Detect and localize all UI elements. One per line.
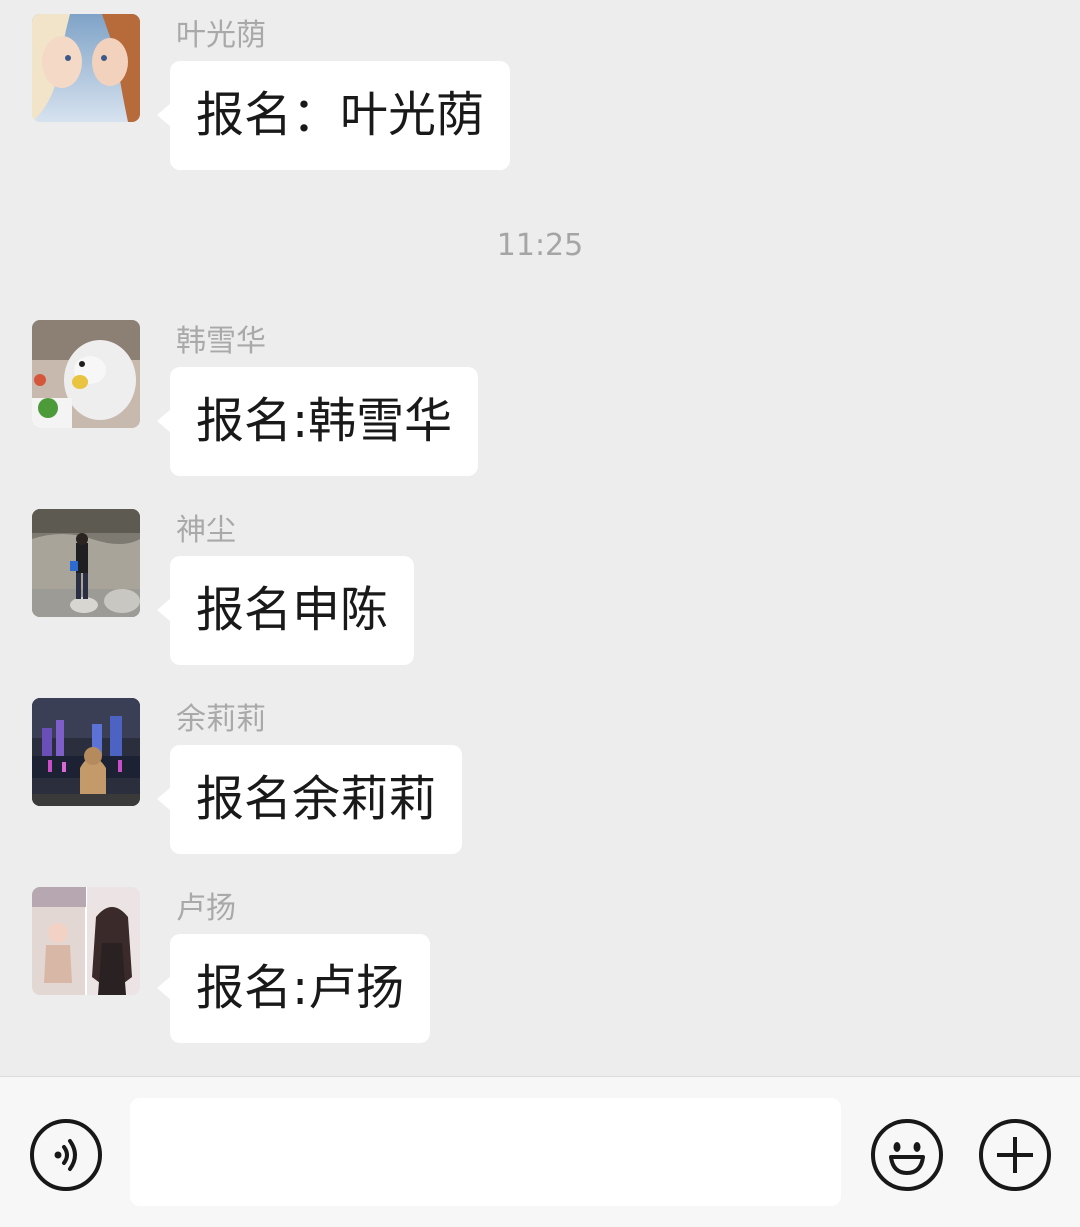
- message-timestamp: 11:25: [496, 228, 584, 263]
- avatar[interactable]: [32, 698, 140, 806]
- emoji-button[interactable]: [871, 1119, 943, 1191]
- input-bar: [0, 1076, 1080, 1227]
- message-bubble[interactable]: 报名申陈: [156, 556, 415, 665]
- message-bubble[interactable]: 报名:韩雪华: [156, 367, 479, 476]
- voice-button[interactable]: [30, 1119, 102, 1191]
- chat-area[interactable]: 叶光荫 报名：叶光荫 11:25 韩雪华 报名:韩雪华 神尘 报名申陈 余莉莉 …: [0, 0, 1080, 1076]
- avatar[interactable]: [32, 320, 140, 428]
- avatar[interactable]: [32, 14, 140, 122]
- message-bubble[interactable]: 报名余莉莉: [156, 745, 463, 854]
- avatar[interactable]: [32, 887, 140, 995]
- message-bubble[interactable]: 报名：叶光荫: [156, 61, 511, 170]
- add-button[interactable]: [979, 1119, 1051, 1191]
- sender-name: 神尘: [176, 513, 236, 548]
- message-bubble[interactable]: 报名:卢扬: [156, 934, 431, 1043]
- sender-name: 韩雪华: [176, 324, 266, 359]
- sender-name: 余莉莉: [176, 702, 266, 737]
- sender-name: 卢扬: [176, 891, 236, 926]
- avatar[interactable]: [32, 509, 140, 617]
- sender-name: 叶光荫: [176, 18, 266, 53]
- message-input[interactable]: [130, 1098, 841, 1206]
